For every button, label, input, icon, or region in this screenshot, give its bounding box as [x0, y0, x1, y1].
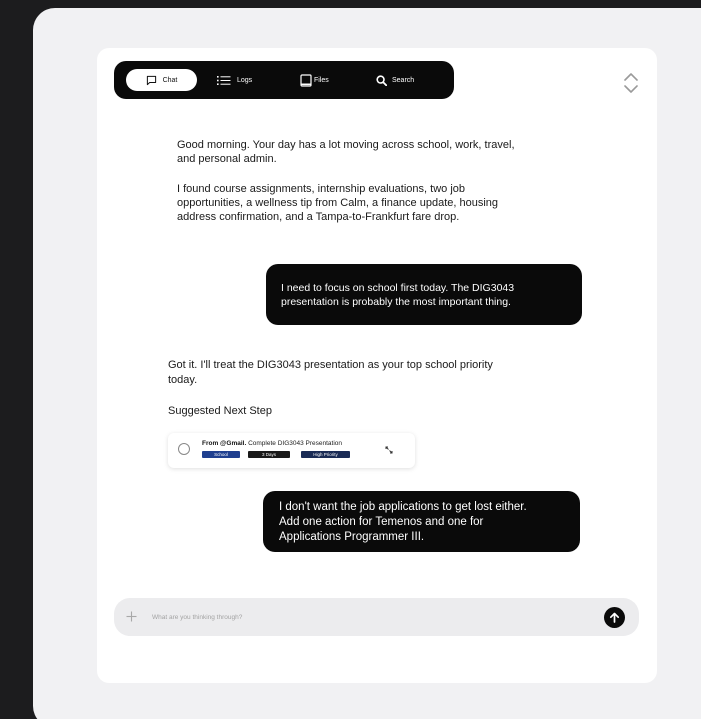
tab-logs[interactable]: Logs [217, 69, 267, 91]
tab-files-label: Files [314, 76, 329, 84]
assistant-message-line: address confirmation, and a Tampa-to-Fra… [177, 211, 460, 223]
arrow-up-icon [609, 612, 620, 623]
user-message-line: presentation is probably the most import… [281, 296, 511, 308]
tag-priority: High Priority [301, 451, 350, 458]
plus-icon[interactable] [126, 611, 137, 622]
assistant-message-line: Good morning. Your day has a lot moving … [177, 139, 515, 151]
user-message-line: Applications Programmer III. [279, 531, 425, 543]
tab-files[interactable]: Files [300, 69, 340, 91]
composer-bar [114, 598, 639, 636]
chat-input[interactable] [152, 610, 572, 624]
user-message-line: I don't want the job applications to get… [279, 501, 527, 513]
assistant-message-line: I found course assignments, internship e… [177, 183, 465, 195]
tag-due: 3 Days [248, 451, 290, 458]
sort-icon[interactable] [623, 71, 639, 95]
assistant-message-line: Got it. I'll treat the DIG3043 presentat… [168, 359, 493, 371]
tab-logs-label: Logs [237, 76, 253, 84]
send-button[interactable] [604, 607, 625, 628]
user-message-line: I need to focus on school first today. T… [281, 282, 515, 294]
file-icon [300, 73, 312, 87]
tab-chat-label: Chat [162, 76, 178, 84]
task-source: From @Gmail. [202, 440, 247, 447]
user-message-bubble: I don't want the job applications to get… [263, 491, 580, 552]
assistant-message-line: today. [168, 374, 198, 386]
tab-chat[interactable]: Chat [126, 69, 197, 91]
tab-search[interactable]: Search [376, 69, 424, 91]
task-name: Complete DIG3043 Presentation [248, 440, 343, 447]
chat-icon [146, 75, 156, 85]
expand-icon[interactable] [385, 446, 393, 454]
next-step-label: Suggested Next Step [168, 405, 272, 417]
tab-search-label: Search [392, 76, 415, 84]
search-icon [376, 74, 387, 86]
assistant-message-line: opportunities, a wellness tip from Calm,… [177, 197, 499, 209]
user-message-line: Add one action for Temenos and one for [279, 516, 484, 528]
user-message-bubble: I need to focus on school first today. T… [266, 264, 582, 325]
assistant-message-line: and personal admin. [177, 153, 277, 165]
task-checkbox[interactable] [178, 443, 190, 455]
tag-school: School [202, 451, 240, 458]
suggested-task-card[interactable]: From @Gmail. Complete DIG3043 Presentati… [168, 433, 415, 468]
task-title: From @Gmail. Complete DIG3043 Presentati… [202, 440, 342, 447]
list-icon [217, 75, 231, 85]
